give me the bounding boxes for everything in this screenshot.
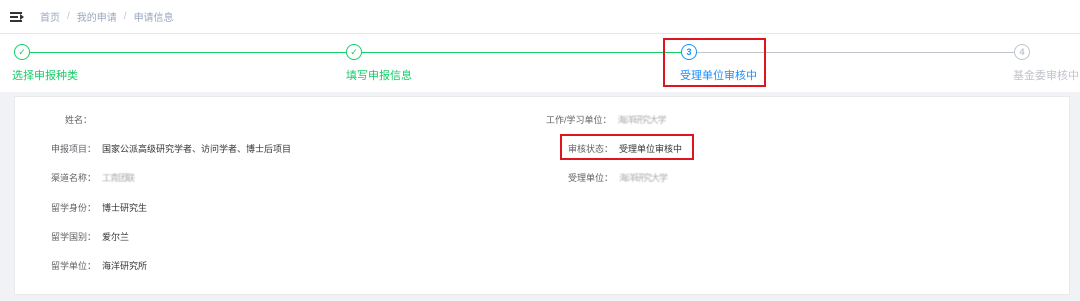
- field-label: 申报项目：: [51, 144, 97, 154]
- field-label: 工作/学习单位：: [546, 115, 612, 125]
- step-4-number: 4: [1014, 44, 1030, 60]
- field-name: 姓名：: [65, 113, 98, 126]
- breadcrumb-my-applications-link[interactable]: 我的申请: [77, 9, 117, 24]
- menu-toggle-icon[interactable]: [10, 11, 24, 23]
- application-info-card: 姓名： 申报项目： 国家公派高级研究学者、访问学者、博士后项目 渠道名称： 工青…: [14, 96, 1070, 295]
- highlight-box-review-status: [560, 134, 694, 160]
- field-value: 海洋研究大学: [617, 115, 667, 125]
- step-2-check-icon: ✓: [346, 44, 362, 60]
- field-work-unit: 工作/学习单位： 海洋研究大学: [546, 113, 667, 126]
- breadcrumb: 首页 / 我的申请 / 申请信息: [40, 9, 174, 24]
- step-4-title: 基金委审核中: [1013, 70, 1079, 82]
- field-value: 国家公派高级研究学者、访问学者、博士后项目: [102, 144, 292, 154]
- breadcrumb-current: 申请信息: [133, 13, 174, 24]
- field-value: 工青团联: [102, 173, 135, 183]
- field-label: 留学单位：: [51, 261, 97, 271]
- field-label: 受理单位：: [568, 173, 614, 183]
- step-connector-2: [362, 52, 681, 53]
- field-channel: 渠道名称： 工青团联: [51, 171, 135, 184]
- field-study-unit: 留学单位： 海洋研究所: [51, 259, 147, 272]
- field-study-identity: 留学身份： 博士研究生: [51, 201, 147, 214]
- breadcrumb-home-link[interactable]: 首页: [40, 9, 60, 24]
- breadcrumb-separator: /: [67, 11, 70, 22]
- step-2-title: 填写申报信息: [346, 70, 412, 82]
- field-label: 姓名：: [65, 115, 93, 125]
- field-value: 海洋研究大学: [619, 173, 668, 183]
- field-value: 爱尔兰: [102, 232, 130, 242]
- step-connector-1: [30, 52, 346, 53]
- breadcrumb-separator: /: [123, 11, 127, 22]
- step-1-title: 选择申报种类: [12, 70, 78, 82]
- field-country: 留学国别： 爱尔兰: [51, 230, 129, 243]
- highlight-box-current-step: [663, 38, 766, 87]
- field-project: 申报项目： 国家公派高级研究学者、访问学者、博士后项目: [51, 142, 291, 155]
- field-label: 渠道名称：: [51, 173, 97, 183]
- progress-steps: ✓ 选择申报种类 ✓ 填写申报信息 3 受理单位审核中 4 基金委审核中: [0, 34, 1080, 92]
- field-value: 博士研究生: [102, 203, 148, 213]
- top-navbar: 首页 / 我的申请 / 申请信息: [0, 0, 1080, 34]
- field-label: 留学国别：: [51, 232, 97, 242]
- field-value: 海洋研究所: [102, 261, 148, 271]
- field-label: 留学身份：: [51, 203, 97, 213]
- field-accepting-unit: 受理单位： 海洋研究大学: [568, 171, 668, 184]
- step-1-check-icon: ✓: [14, 44, 30, 60]
